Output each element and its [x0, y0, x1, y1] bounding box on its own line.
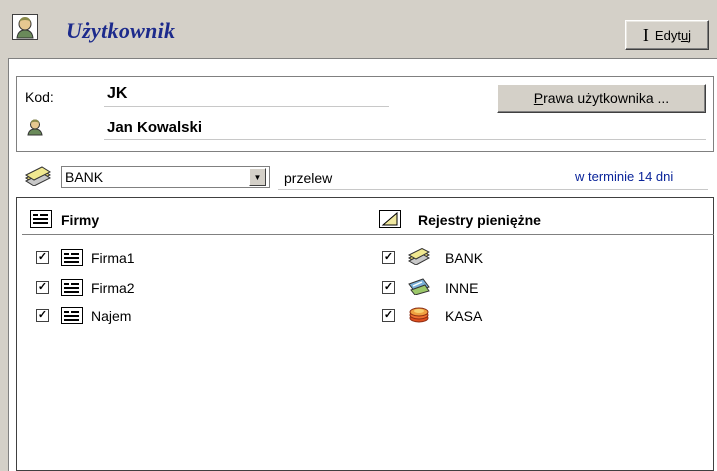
- checkmark-icon: ✓: [383, 251, 394, 263]
- coins-icon: [409, 307, 429, 323]
- checkmark-icon: ✓: [37, 251, 48, 263]
- edit-button-label: Edytuj: [654, 27, 692, 43]
- name-underline: [104, 139, 706, 140]
- person-icon: [27, 119, 43, 136]
- lists-panel: [16, 197, 714, 471]
- bank-icon: [408, 248, 430, 265]
- company-checkbox[interactable]: ✓: [36, 281, 49, 294]
- payment-term[interactable]: w terminie 14 dni: [575, 169, 673, 184]
- user-full-name[interactable]: Jan Kowalski: [107, 119, 202, 136]
- register-checkbox[interactable]: ✓: [382, 251, 395, 264]
- kod-value[interactable]: JK: [107, 85, 127, 103]
- register-item[interactable]: INNE: [445, 280, 478, 296]
- company-item[interactable]: Firma1: [91, 250, 135, 266]
- company-checkbox[interactable]: ✓: [36, 309, 49, 322]
- kod-label: Kod:: [25, 89, 54, 105]
- register-select-value: BANK: [65, 169, 104, 185]
- register-checkbox[interactable]: ✓: [382, 309, 395, 322]
- companies-header: Firmy: [61, 212, 100, 228]
- register-item[interactable]: KASA: [445, 308, 482, 324]
- registers-header: Rejestry pieniężne: [418, 212, 541, 228]
- company-checkbox[interactable]: ✓: [36, 251, 49, 264]
- edit-button[interactable]: I Edytuj: [625, 20, 709, 50]
- payment-method-underline: [278, 189, 708, 190]
- company-item[interactable]: Najem: [91, 308, 131, 324]
- register-select[interactable]: BANK: [61, 166, 270, 188]
- card-icon: [408, 278, 430, 295]
- checkmark-icon: ✓: [37, 309, 48, 321]
- checkmark-icon: ✓: [37, 281, 48, 293]
- payment-method[interactable]: przelew: [284, 170, 332, 186]
- chevron-down-icon: ▼: [253, 172, 262, 182]
- register-dropdown-button[interactable]: ▼: [249, 168, 266, 186]
- register-folder-icon: [379, 210, 401, 228]
- text-cursor-icon: I: [642, 25, 649, 45]
- company-card-icon: [61, 249, 83, 266]
- company-card-icon: [30, 210, 52, 228]
- register-checkbox[interactable]: ✓: [382, 281, 395, 294]
- company-card-icon: [61, 279, 83, 296]
- register-item[interactable]: BANK: [445, 250, 483, 266]
- company-card-icon: [61, 307, 83, 324]
- checkmark-icon: ✓: [383, 309, 394, 321]
- bank-icon: [24, 166, 52, 186]
- user-rights-button-label: Prawa użytkownika ...: [533, 90, 670, 106]
- kod-underline: [104, 106, 389, 107]
- user-rights-button[interactable]: Prawa użytkownika ...: [497, 84, 706, 113]
- page-title: Użytkownik: [66, 18, 176, 43]
- company-item[interactable]: Firma2: [91, 280, 135, 296]
- user-icon: [12, 14, 38, 40]
- checkmark-icon: ✓: [383, 281, 394, 293]
- list-header-divider: [22, 234, 714, 235]
